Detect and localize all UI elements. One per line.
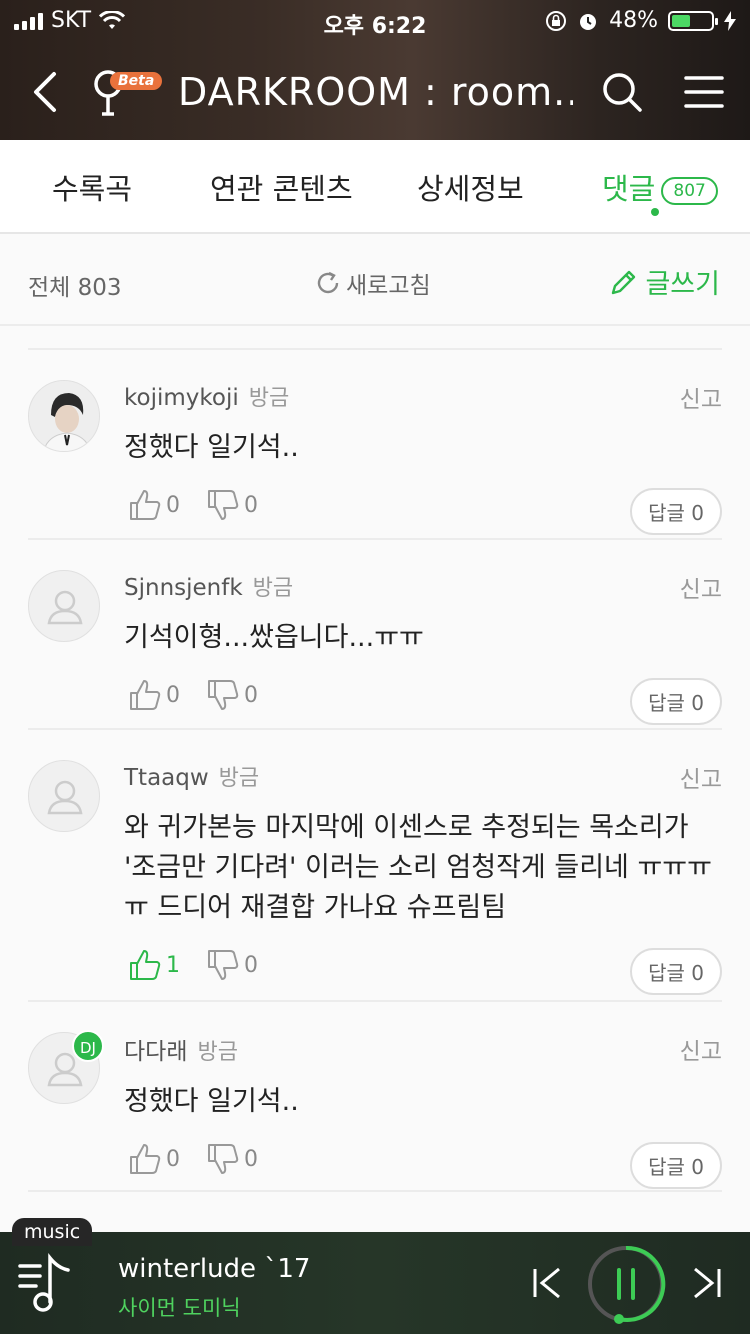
dislike-count: 0 — [244, 682, 258, 708]
header: SKT 오후 6:22 48% Beta DARKROOM: room... — [0, 0, 750, 140]
comment-count-badge: 807 — [661, 177, 718, 205]
write-label: 글쓰기 — [645, 269, 720, 300]
thumbs-up-icon — [130, 680, 161, 710]
dislike-button[interactable]: 0 — [206, 1142, 258, 1176]
thumbs-up-icon — [130, 1144, 161, 1174]
like-count: 0 — [166, 682, 180, 708]
like-button[interactable]: 0 — [128, 488, 180, 522]
thumbs-down-icon — [208, 950, 239, 980]
previous-track-icon[interactable] — [530, 1266, 564, 1300]
battery-percent: 48% — [609, 8, 658, 33]
like-count: 1 — [166, 952, 180, 978]
beta-badge: Beta — [110, 72, 163, 90]
refresh-label: 새로고침 — [346, 273, 431, 299]
comment-username[interactable]: kojimykoji — [124, 385, 239, 411]
user-photo-icon — [29, 381, 99, 451]
tab-comments[interactable]: 댓글 807 — [602, 166, 718, 208]
song-title: winterlude `17 — [118, 1254, 311, 1284]
comment-username[interactable]: 다다래 — [124, 1039, 187, 1065]
reply-button[interactable]: 답글 0 — [630, 488, 722, 535]
comment-time: 방금 — [248, 386, 290, 411]
report-button[interactable]: 신고 — [680, 380, 722, 414]
hamburger-menu-icon[interactable] — [684, 74, 724, 110]
thumbs-down-icon — [208, 490, 239, 520]
comment-item: Ttaaqw 방금 신고 와 귀가본능 마지막에 이센스로 추정되는 목소리가 '… — [28, 728, 722, 1000]
dislike-button[interactable]: 0 — [206, 488, 258, 522]
like-button[interactable]: 1 — [128, 948, 180, 982]
comment-list: kojimykoji 방금 신고 정했다 일기석.. 0 0 답글 0 Sjnn… — [0, 348, 750, 1230]
comment-item: kojimykoji 방금 신고 정했다 일기석.. 0 0 답글 0 — [28, 348, 722, 538]
pencil-icon — [612, 270, 636, 294]
comment-username[interactable]: Sjnnsjenfk — [124, 575, 243, 601]
dislike-button[interactable]: 0 — [206, 678, 258, 712]
next-track-icon[interactable] — [690, 1266, 724, 1300]
comment-text: 정했다 일기석.. — [124, 432, 299, 463]
comment-time: 방금 — [218, 766, 260, 791]
default-user-icon — [47, 780, 83, 815]
reply-button[interactable]: 답글 0 — [630, 678, 722, 725]
nav-bar: Beta DARKROOM : room... — [0, 48, 750, 134]
playlist-music-icon[interactable] — [18, 1252, 80, 1316]
comment-text: 와 귀가본능 마지막에 이센스로 추정되는 목소리가 '조금만 기다려' 이러는… — [124, 812, 712, 923]
thumbs-down-icon — [208, 1144, 239, 1174]
artist-name: 사이먼 도미닉 — [118, 1296, 241, 1320]
dj-badge: DJ — [72, 1030, 104, 1062]
music-tag: music — [12, 1218, 93, 1246]
page-title: DARKROOM : room... — [178, 70, 573, 114]
active-tab-indicator — [651, 208, 659, 216]
comment-username[interactable]: Ttaaqw — [124, 765, 209, 791]
like-button[interactable]: 0 — [128, 1142, 180, 1176]
search-icon[interactable] — [600, 70, 644, 114]
comment-text: 정했다 일기석.. — [124, 1086, 299, 1117]
comment-item: Sjnnsjenfk방금 신고 기석이형...쌌읍니다...ㅠㅠ 0 0 답글 — [28, 538, 722, 728]
back-arrow-icon[interactable] — [26, 68, 66, 116]
dislike-count: 0 — [244, 1146, 258, 1172]
status-bar: SKT 오후 6:22 48% — [0, 0, 750, 40]
rotation-lock-icon — [546, 10, 567, 31]
comment-toolbar: 전체 803 새로고침 글쓰기 — [0, 236, 750, 326]
default-user-icon — [47, 590, 83, 625]
report-button[interactable]: 신고 — [680, 1032, 722, 1066]
charging-icon — [724, 10, 736, 31]
pause-button[interactable] — [586, 1244, 666, 1324]
total-count: 전체 803 — [28, 275, 122, 301]
reply-button[interactable]: 답글 0 — [630, 948, 722, 995]
like-button[interactable]: 0 — [128, 678, 180, 712]
avatar[interactable] — [28, 380, 100, 452]
comment-time: 방금 — [197, 1040, 238, 1065]
report-button[interactable]: 신고 — [680, 760, 722, 794]
thumbs-up-icon — [130, 490, 161, 520]
mini-player[interactable]: music winterlude `17 사이먼 도미닉 — [0, 1218, 750, 1334]
comment-time: 방금 — [252, 576, 294, 601]
refresh-icon — [317, 271, 339, 294]
tab-tracks[interactable]: 수록곡 — [52, 166, 132, 208]
reply-button[interactable]: 답글 0 — [630, 1142, 722, 1189]
like-count: 0 — [166, 492, 180, 518]
tab-related-content[interactable]: 연관 콘텐츠 — [210, 166, 353, 208]
dislike-count: 0 — [244, 492, 258, 518]
comment-item: DJ 다다래 방금 신고 정했다 일기석.. 0 0 답글 0 — [28, 1000, 722, 1190]
comment-item-partial — [28, 1190, 722, 1230]
refresh-button[interactable]: 새로고침 — [314, 266, 431, 300]
tab-details[interactable]: 상세정보 — [417, 166, 524, 208]
thumbs-down-icon — [208, 680, 239, 710]
alarm-icon — [580, 13, 597, 30]
avatar[interactable] — [28, 760, 100, 832]
dislike-button[interactable]: 0 — [206, 948, 258, 982]
tab-bar: 수록곡 연관 콘텐츠 상세정보 댓글 807 — [0, 140, 750, 234]
dislike-count: 0 — [244, 952, 258, 978]
tab-comments-label: 댓글 — [602, 172, 656, 206]
battery-icon — [668, 10, 718, 31]
avatar[interactable] — [28, 570, 100, 642]
like-count: 0 — [166, 1146, 180, 1172]
comment-text: 기석이형...쌌읍니다...ㅠㅠ — [124, 622, 424, 653]
write-button[interactable]: 글쓰기 — [609, 262, 720, 301]
thumbs-up-icon — [130, 950, 161, 980]
report-button[interactable]: 신고 — [680, 570, 722, 604]
